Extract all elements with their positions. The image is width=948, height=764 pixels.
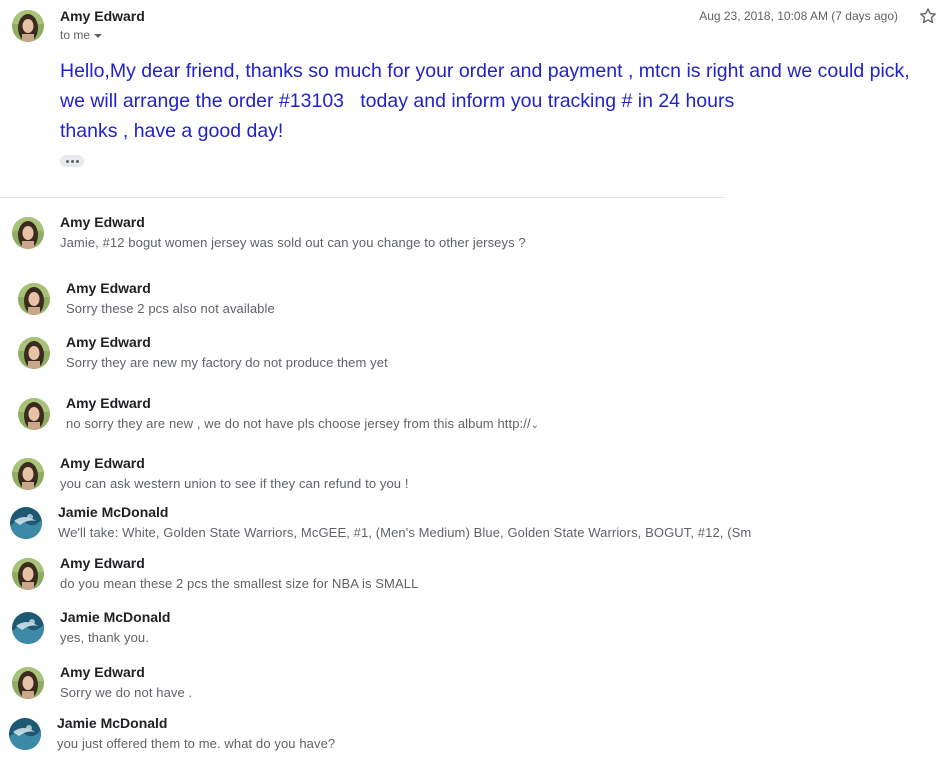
body-line: thanks , have a good day! — [60, 120, 284, 142]
message-body: Hello,My dear friend, thanks so much for… — [60, 56, 940, 146]
sender-name: Jamie McDonald — [57, 715, 168, 731]
sender-name: Jamie McDonald — [60, 609, 171, 625]
snippet-text: do you mean these 2 pcs the smallest siz… — [60, 576, 419, 591]
snippet-text: yes, thank you. — [60, 630, 149, 645]
snippet-text: We'll take: White, Golden State Warriors… — [58, 525, 752, 540]
message-snippet: Sorry they are new my factory do not pro… — [66, 355, 388, 370]
avatar-jamie-mcdonald[interactable] — [10, 507, 42, 539]
sender-name: Amy Edward — [66, 280, 151, 296]
message-row[interactable]: Amy Edward you can ask western union to s… — [0, 452, 948, 502]
avatar-amy-edward[interactable] — [18, 398, 50, 430]
message-row[interactable]: Amy Edward Sorry we do not have . — [0, 661, 948, 711]
body-line: Hello,My dear friend, thanks so much for… — [60, 60, 910, 82]
sender-name: Amy Edward — [66, 334, 151, 350]
avatar-amy-edward[interactable] — [12, 667, 44, 699]
snippet-text: Jamie, #12 bogut women jersey was sold o… — [60, 235, 526, 250]
sender-name: Amy Edward — [60, 8, 145, 24]
sender-name: Amy Edward — [60, 214, 145, 230]
avatar-amy-edward[interactable] — [12, 558, 44, 590]
message-snippet: do you mean these 2 pcs the smallest siz… — [60, 576, 418, 591]
avatar-amy-edward[interactable] — [12, 217, 44, 249]
message-snippet: Sorry we do not have . — [60, 685, 192, 700]
message-row[interactable]: Amy Edward do you mean these 2 pcs the sm… — [0, 552, 948, 602]
sender-name: Amy Edward — [60, 664, 145, 680]
avatar-amy-edward[interactable] — [12, 458, 44, 490]
message-row[interactable]: Jamie McDonald yes, thank you. — [0, 606, 948, 656]
message-row[interactable]: Amy Edward Jamie, #12 bogut women jersey … — [0, 211, 948, 261]
body-line: we will arrange the order #13103 today a… — [60, 90, 735, 112]
message-snippet: We'll take: White, Golden State Warriors… — [58, 525, 751, 540]
avatar-jamie-mcdonald[interactable] — [12, 612, 44, 644]
message-snippet: no sorry they are new , we do not have p… — [66, 416, 539, 431]
message-snippet: yes, thank you. — [60, 630, 149, 645]
sender-name: Amy Edward — [66, 395, 151, 411]
message-snippet: you can ask western union to see if they… — [60, 476, 409, 491]
sender-name: Jamie McDonald — [58, 504, 169, 520]
message-snippet: Jamie, #12 bogut women jersey was sold o… — [60, 235, 526, 250]
star-icon[interactable] — [918, 6, 938, 26]
message-row[interactable]: Jamie McDonald you just offered them to m… — [0, 712, 948, 762]
avatar-amy-edward[interactable] — [18, 283, 50, 315]
show-trimmed-content-button[interactable] — [60, 155, 84, 167]
dot — [70, 159, 74, 163]
sender-name: Amy Edward — [60, 555, 145, 571]
divider — [0, 197, 724, 198]
message-row[interactable]: Amy Edward no sorry they are new , we do … — [0, 392, 948, 442]
avatar-jamie-mcdonald[interactable] — [9, 718, 41, 750]
message-snippet: Sorry these 2 pcs also not available — [66, 301, 275, 316]
message-row[interactable]: Amy Edward Sorry these 2 pcs also not ava… — [0, 277, 948, 327]
message-row[interactable]: Jamie McDonald We'll take: White, Golden … — [0, 501, 948, 551]
message-row[interactable]: Amy Edward Sorry they are new my factory … — [0, 331, 948, 381]
snippet-text: you just offered them to me. what do you… — [57, 736, 336, 751]
chevron-down-icon: ⌄ — [530, 420, 540, 431]
snippet-text: Sorry we do not have . — [60, 685, 193, 700]
sender-name: Amy Edward — [60, 455, 145, 471]
avatar-amy-edward[interactable] — [12, 10, 44, 42]
recipient-toggle[interactable]: to me — [60, 28, 103, 42]
message-snippet: you just offered them to me. what do you… — [57, 736, 335, 751]
dot — [75, 159, 79, 163]
message-date: Aug 23, 2018, 10:08 AM (7 days ago) — [699, 9, 898, 23]
caret-down-icon — [94, 34, 103, 38]
snippet-text: Sorry these 2 pcs also not available — [66, 301, 275, 316]
recipient-label: to me — [60, 28, 91, 42]
snippet-text: Sorry they are new my factory do not pro… — [66, 355, 388, 370]
snippet-text: you can ask western union to see if they… — [60, 476, 409, 491]
snippet-text: no sorry they are new , we do not have p… — [66, 416, 531, 431]
dot — [65, 159, 69, 163]
avatar-amy-edward[interactable] — [18, 337, 50, 369]
